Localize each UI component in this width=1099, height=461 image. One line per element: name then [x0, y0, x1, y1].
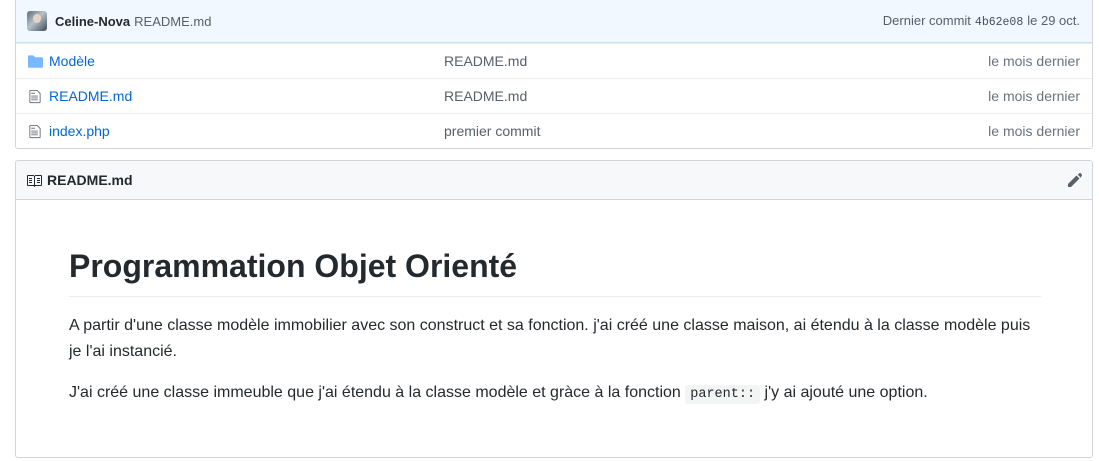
file-row[interactable]: Modèle README.md le mois dernier	[16, 43, 1092, 78]
file-row[interactable]: index.php premier commit le mois dernier	[16, 113, 1092, 148]
file-commit-message[interactable]: README.md	[444, 88, 527, 104]
readme-heading: Programmation Objet Orienté	[69, 246, 1041, 297]
paragraph-text: J'ai créé une classe immeuble que j'ai é…	[69, 384, 681, 402]
readme-content: Programmation Objet Orienté A partir d'u…	[16, 200, 1092, 406]
pencil-icon[interactable]	[1068, 173, 1082, 187]
file-icon	[27, 123, 43, 139]
author-avatar[interactable]	[27, 11, 47, 31]
latest-commit-bar: Celine-Nova README.md Dernier commit 4b6…	[16, 0, 1092, 43]
commit-message[interactable]: README.md	[134, 14, 211, 29]
commit-author[interactable]: Celine-Nova	[55, 14, 130, 29]
last-commit-label: Dernier commit	[882, 13, 971, 28]
file-name-link[interactable]: index.php	[49, 123, 444, 139]
file-commit-message[interactable]: premier commit	[444, 123, 540, 139]
file-age: le mois dernier	[988, 88, 1080, 104]
file-age: le mois dernier	[988, 53, 1080, 69]
file-age: le mois dernier	[988, 123, 1080, 139]
file-name-link[interactable]: Modèle	[49, 53, 444, 69]
file-row[interactable]: README.md README.md le mois dernier	[16, 78, 1092, 113]
readme-title: README.md	[47, 172, 133, 188]
file-commit-message[interactable]: README.md	[444, 53, 527, 69]
book-icon	[26, 174, 42, 187]
folder-icon	[27, 53, 43, 69]
commit-date: le 29 oct.	[1027, 13, 1080, 28]
file-icon	[27, 88, 43, 104]
readme-panel: README.md Programmation Objet Orienté A …	[15, 160, 1093, 458]
file-browser: Celine-Nova README.md Dernier commit 4b6…	[15, 0, 1093, 149]
inline-code: parent::	[685, 385, 761, 405]
file-name-link[interactable]: README.md	[49, 88, 444, 104]
commit-info: Dernier commit 4b62e08 le 29 oct.	[883, 13, 1080, 29]
readme-header: README.md	[16, 161, 1092, 200]
paragraph-text: j'y ai ajouté une option.	[764, 384, 928, 402]
commit-sha[interactable]: 4b62e08	[975, 16, 1023, 29]
readme-paragraph-2: J'ai créé une classe immeuble que j'ai é…	[69, 380, 1041, 406]
readme-paragraph-1: A partir d'une classe modèle immobilier …	[69, 317, 1031, 360]
